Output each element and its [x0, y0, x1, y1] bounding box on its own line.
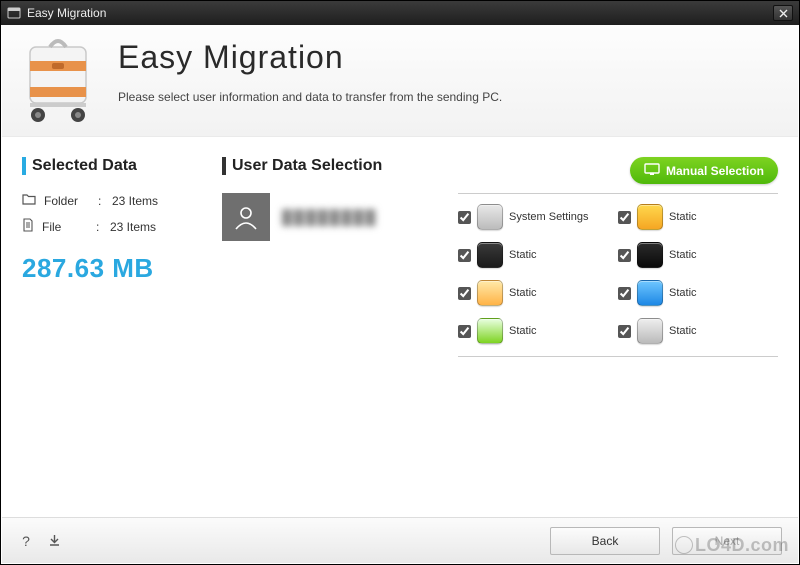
close-button[interactable]	[773, 5, 793, 21]
help-button[interactable]: ?	[18, 533, 34, 549]
data-item-label: Static	[509, 325, 537, 337]
data-item[interactable]: Static	[458, 280, 618, 306]
window-title: Easy Migration	[27, 6, 106, 20]
data-item-checkbox[interactable]	[458, 249, 471, 262]
settings-icon	[477, 204, 503, 230]
monitor-icon	[644, 163, 660, 178]
suitcase-icon	[22, 37, 100, 129]
selected-data-title: Selected Data	[22, 157, 222, 175]
divider	[458, 193, 778, 194]
data-item-label: Static	[509, 287, 537, 299]
folder-label: Folder	[44, 194, 90, 208]
data-item[interactable]: Static	[618, 204, 778, 230]
data-item[interactable]: Static	[458, 242, 618, 268]
instruction-text: Please select user information and data …	[118, 90, 778, 104]
data-item-label: Static	[669, 249, 697, 261]
data-item-checkbox[interactable]	[458, 325, 471, 338]
data-item-checkbox[interactable]	[618, 287, 631, 300]
data-item[interactable]: Static	[618, 318, 778, 344]
data-item-checkbox[interactable]	[458, 287, 471, 300]
header: Easy Migration Please select user inform…	[2, 25, 798, 137]
data-item-label: Static	[509, 249, 537, 261]
folder-value: 23 Items	[112, 194, 158, 208]
total-size: 287.63 MB	[22, 253, 222, 284]
folder-icon	[477, 280, 503, 306]
file-label: File	[42, 220, 88, 234]
cursor-icon	[637, 280, 663, 306]
music-icon	[477, 242, 503, 268]
data-item-label: Static	[669, 325, 697, 337]
manual-selection-label: Manual Selection	[666, 164, 764, 178]
file-icon	[22, 218, 34, 235]
divider	[458, 356, 778, 357]
download-button[interactable]	[46, 533, 62, 549]
data-item-checkbox[interactable]	[618, 211, 631, 224]
data-item[interactable]: Static	[618, 242, 778, 268]
selected-data-panel: Selected Data Folder : 23 Items File : 2…	[22, 157, 222, 497]
manual-selection-button[interactable]: Manual Selection	[630, 157, 778, 184]
app-title: Easy Migration	[118, 39, 778, 76]
next-button[interactable]: Next	[672, 527, 782, 555]
username: ████████	[282, 209, 377, 225]
video-icon	[637, 318, 663, 344]
star-icon	[637, 204, 663, 230]
avatar	[222, 193, 270, 241]
back-button[interactable]: Back	[550, 527, 660, 555]
file-value: 23 Items	[110, 220, 156, 234]
titlebar: Easy Migration	[1, 1, 799, 25]
file-stat: File : 23 Items	[22, 218, 222, 235]
data-item[interactable]: Static	[458, 318, 618, 344]
folder-icon	[22, 193, 36, 208]
data-item-checkbox[interactable]	[458, 211, 471, 224]
data-grid: System Settings Static Static Static Static S…	[458, 193, 778, 367]
data-item-label: Static	[669, 211, 697, 223]
data-item[interactable]: System Settings	[458, 204, 618, 230]
data-item[interactable]: Static	[618, 280, 778, 306]
app-window-icon	[7, 6, 21, 20]
download-icon	[477, 318, 503, 344]
footer: ? Back Next	[2, 517, 798, 563]
data-item-label: System Settings	[509, 211, 588, 223]
data-item-checkbox[interactable]	[618, 325, 631, 338]
camera-icon	[637, 242, 663, 268]
data-item-checkbox[interactable]	[618, 249, 631, 262]
data-item-label: Static	[669, 287, 697, 299]
folder-stat: Folder : 23 Items	[22, 193, 222, 208]
